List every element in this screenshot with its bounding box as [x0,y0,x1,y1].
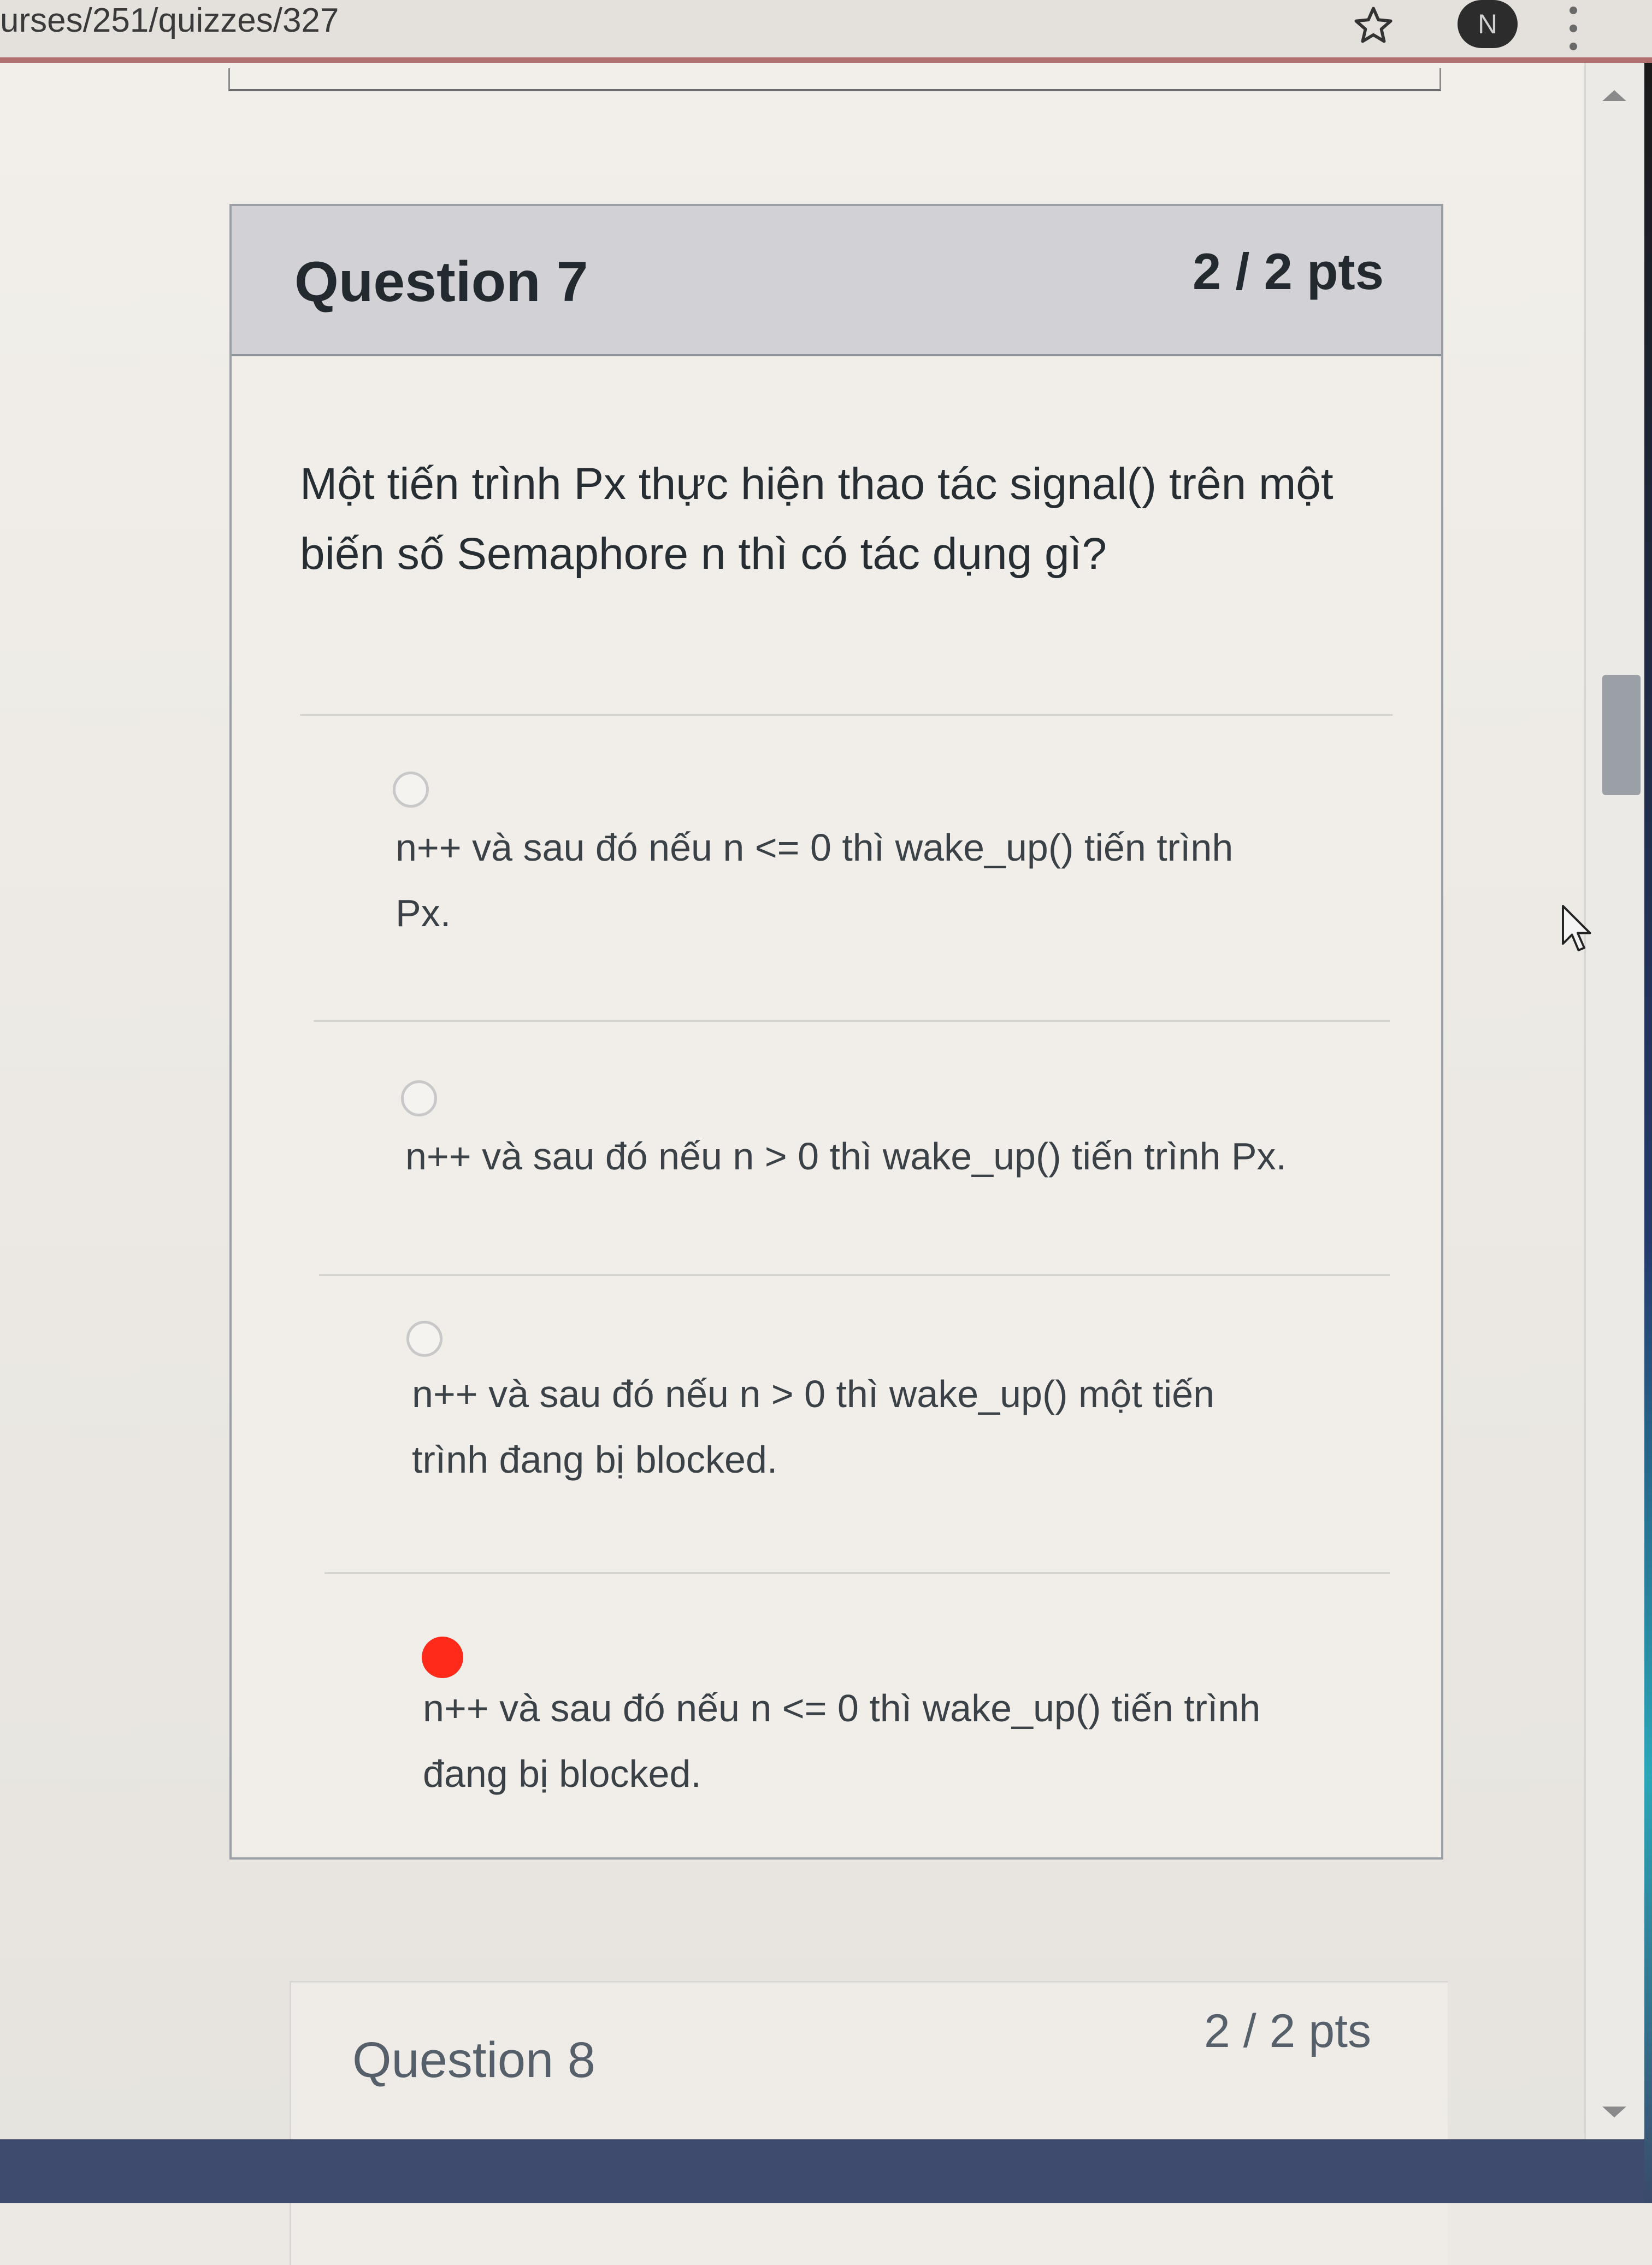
divider [319,1274,1390,1276]
next-question-points: 2 / 2 pts [1204,2005,1371,2057]
divider [324,1572,1390,1574]
mouse-cursor-icon [1561,904,1594,954]
scroll-down-arrow-icon[interactable] [1602,2107,1626,2117]
previous-question-bottom [228,68,1441,91]
scrollbar-thumb[interactable] [1602,675,1641,795]
radio-button[interactable] [401,1080,437,1116]
answer-text-line-1: n++ và sau đó nếu n > 0 thì wake_up() ti… [405,1135,1287,1178]
question-header: Question 7 2 / 2 pts [232,206,1441,356]
address-bar-url[interactable]: urses/251/quizzes/327 [0,1,339,40]
quiz-page: Question 7 2 / 2 pts Một tiến trình Px t… [0,63,1584,2265]
taskbar-edge [0,2139,1644,2203]
scroll-up-arrow-icon[interactable] [1602,90,1626,101]
next-question-card: Question 8 2 / 2 pts [290,1981,1448,2265]
page-scrollbar[interactable] [1584,63,1644,2203]
kebab-menu-icon[interactable] [1561,1,1585,56]
radio-button-selected[interactable] [422,1637,463,1678]
answer-text-line-2: Px. [396,892,451,934]
radio-button[interactable] [406,1321,442,1357]
answer-text-line-1: n++ và sau đó nếu n <= 0 thì wake_up() t… [396,826,1234,869]
radio-button[interactable] [393,772,429,808]
answer-text-line-1: n++ và sau đó nếu n > 0 thì wake_up() mộ… [412,1373,1215,1415]
divider [300,714,1393,716]
question-text: Một tiến trình Px thực hiện thao tác sig… [300,459,1334,579]
question-points: 2 / 2 pts [1192,243,1384,300]
profile-avatar[interactable]: N [1458,0,1518,48]
adjacent-window-edge [1644,63,1652,2203]
answer-text-line-2: trình đang bị blocked. [412,1438,778,1481]
next-question-title: Question 8 [352,2032,595,2088]
browser-toolbar: urses/251/quizzes/327 N [0,0,1652,63]
question-title: Question 7 [294,250,588,314]
answer-text-line-1: n++ và sau đó nếu n <= 0 thì wake_up() t… [423,1687,1261,1729]
answer-text-line-2: đang bị blocked. [423,1752,701,1795]
divider [314,1020,1390,1022]
question-card: Question 7 2 / 2 pts Một tiến trình Px t… [229,204,1443,1860]
bookmark-star-icon[interactable] [1347,4,1400,47]
